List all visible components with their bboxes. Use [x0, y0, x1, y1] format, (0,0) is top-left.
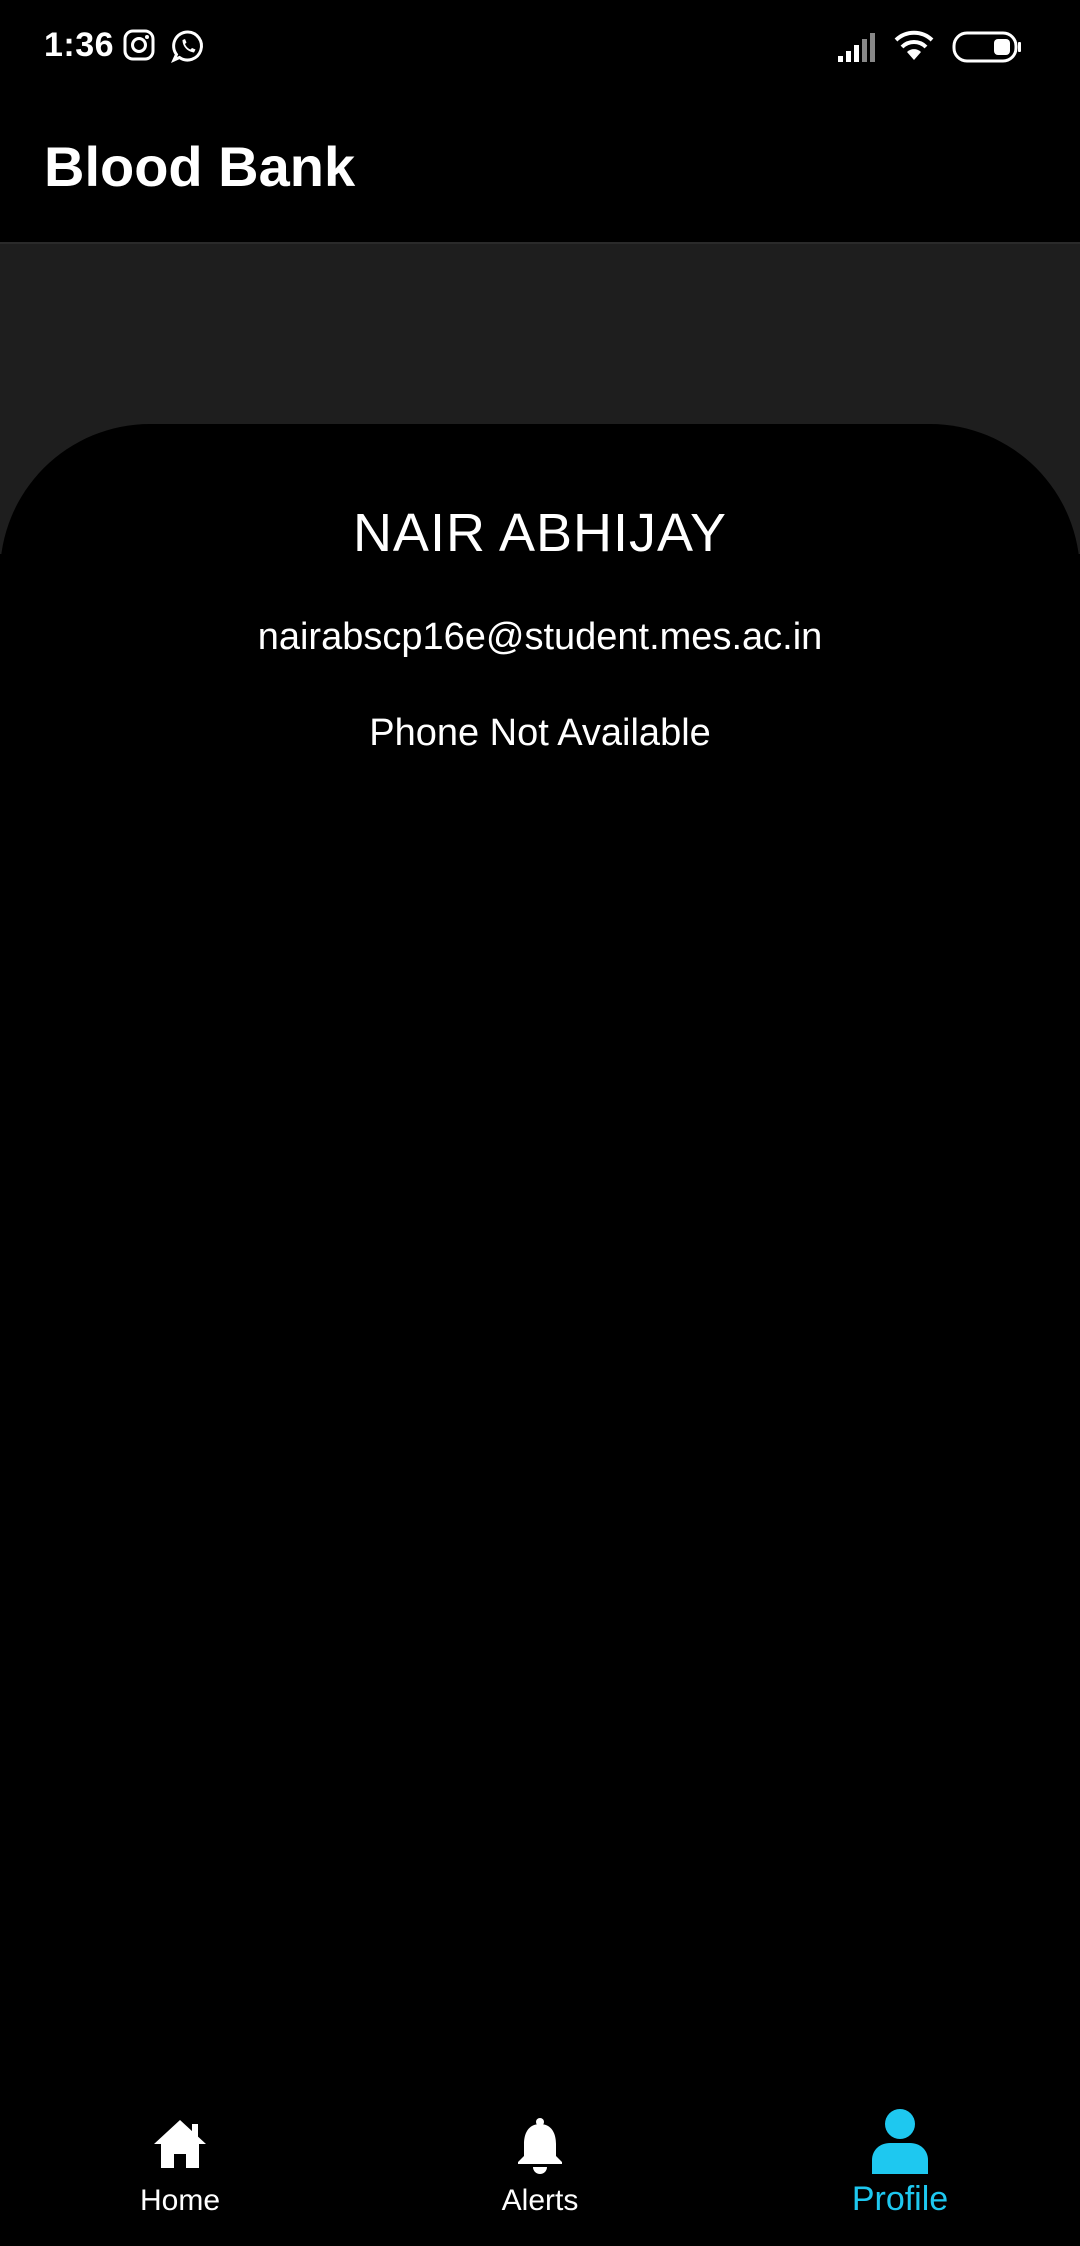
nav-label-home: Home: [139, 2184, 221, 2217]
cellular-signal-icon: [836, 30, 880, 69]
battery-icon: [952, 31, 1022, 68]
home-icon: [0, 2116, 360, 2180]
profile-card: NAIR ABHIJAY nairabscp16e@student.mes.ac…: [0, 424, 1080, 2084]
status-bar: 1:36: [0, 0, 1080, 96]
instagram-icon: [122, 28, 156, 67]
nav-item-profile[interactable]: Profile: [720, 2084, 1080, 2246]
bottom-navigation: Home Alerts Profile: [0, 2084, 1080, 2246]
nav-label-alerts: Alerts: [501, 2184, 579, 2217]
nav-item-alerts[interactable]: Alerts: [360, 2084, 720, 2246]
profile-name: NAIR ABHIJAY: [352, 503, 728, 563]
nav-item-home[interactable]: Home: [0, 2084, 360, 2246]
status-time: 1:36: [44, 26, 115, 64]
app-title: Blood Bank: [44, 135, 356, 198]
wifi-icon: [892, 28, 936, 67]
bell-icon: [360, 2116, 720, 2180]
profile-phone: Phone Not Available: [369, 712, 711, 754]
app-bar: Blood Bank: [0, 96, 1080, 242]
nav-label-profile: Profile: [851, 2180, 949, 2218]
profile-email: nairabscp16e@student.mes.ac.in: [257, 616, 823, 658]
person-icon: [720, 2108, 1080, 2174]
whatsapp-icon: [170, 28, 206, 69]
